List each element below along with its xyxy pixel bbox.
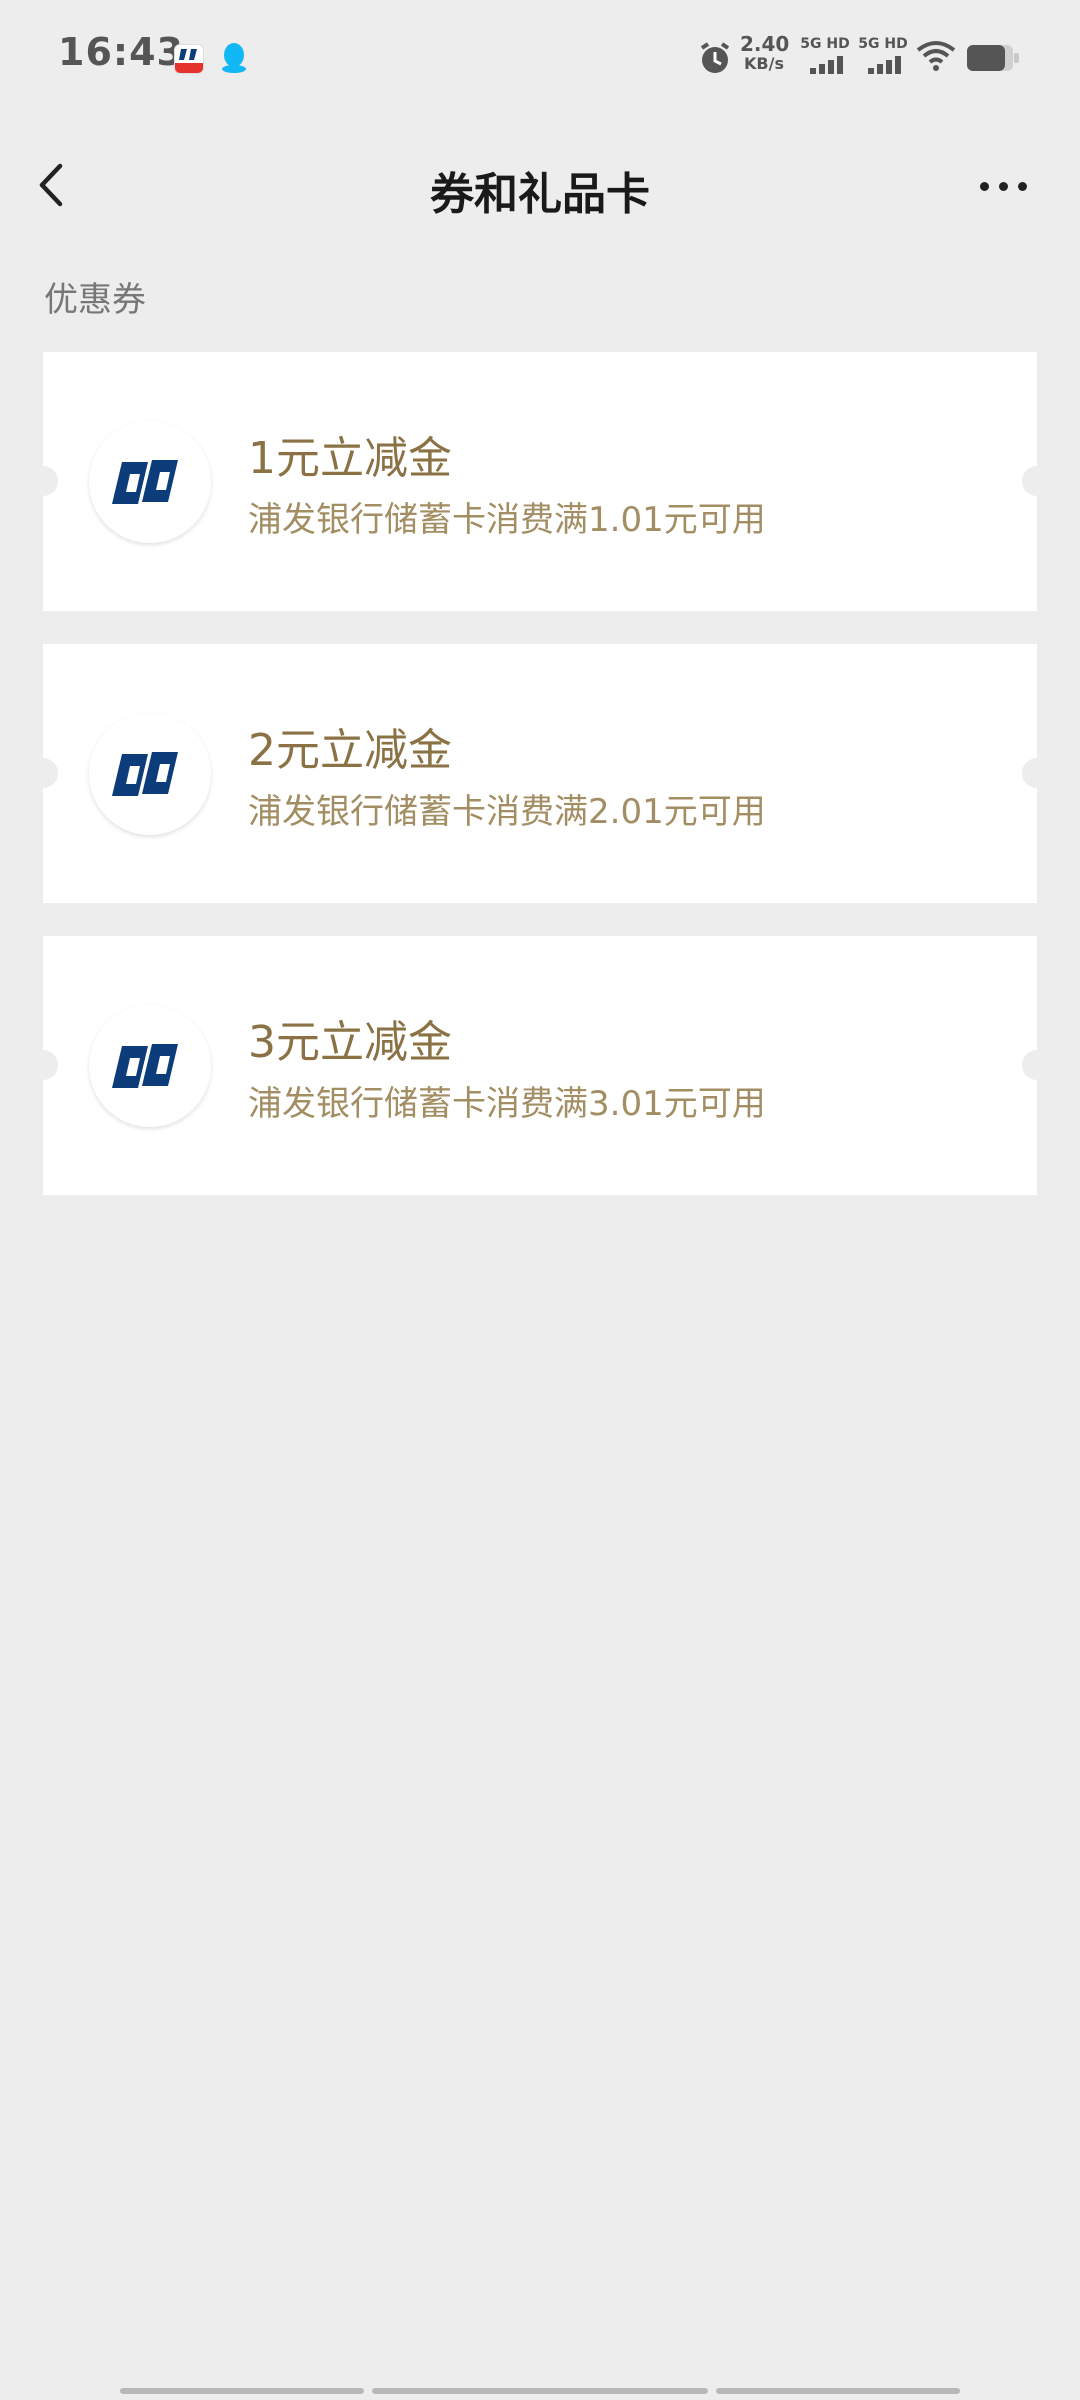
more-button[interactable] <box>978 160 1032 210</box>
network-speed-value: 2.40 <box>740 32 790 56</box>
qq-icon <box>220 42 248 74</box>
card-notch-left <box>28 466 58 496</box>
bank-app-icon <box>174 44 204 74</box>
battery-icon <box>966 44 1020 72</box>
page-title: 券和礼品卡 <box>430 169 650 220</box>
card-notch-left <box>28 758 58 788</box>
card-notch-right <box>1022 466 1052 496</box>
spdb-logo-icon <box>89 421 211 543</box>
card-notch-right <box>1022 758 1052 788</box>
spdb-logo-icon <box>89 713 211 835</box>
status-time: 16:43 <box>58 30 184 74</box>
bottom-indicator-bar <box>372 2388 708 2394</box>
coupon-description: 浦发银行储蓄卡消费满3.01元可用 <box>248 1084 766 1124</box>
signal-icon-sim1: 5G HD <box>798 36 852 76</box>
spdb-logo-icon <box>89 1005 211 1127</box>
section-title: 优惠券 <box>44 280 146 320</box>
status-bar: 16:43 2.40 KB/s 5G HD 5G HD <box>0 0 1080 110</box>
coupon-card[interactable]: 3元立减金 浦发银行储蓄卡消费满3.01元可用 <box>28 936 1052 1195</box>
coupon-card[interactable]: 1元立减金 浦发银行储蓄卡消费满1.01元可用 <box>28 352 1052 611</box>
wifi-icon <box>916 40 956 72</box>
coupon-title: 1元立减金 <box>248 433 452 484</box>
sim1-label: 5G HD <box>800 36 850 52</box>
coupon-description: 浦发银行储蓄卡消费满2.01元可用 <box>248 792 766 832</box>
network-speed: 2.40 KB/s <box>740 32 790 73</box>
coupon-description: 浦发银行储蓄卡消费满1.01元可用 <box>248 500 766 540</box>
bottom-indicator-bar <box>716 2388 960 2394</box>
network-speed-unit: KB/s <box>744 54 784 73</box>
coupon-title: 2元立减金 <box>248 725 452 776</box>
header: 券和礼品卡 <box>0 140 1080 230</box>
sim2-label: 5G HD <box>858 36 908 52</box>
card-notch-left <box>28 1050 58 1080</box>
bottom-indicator-bar <box>120 2388 364 2394</box>
card-notch-right <box>1022 1050 1052 1080</box>
coupon-card[interactable]: 2元立减金 浦发银行储蓄卡消费满2.01元可用 <box>28 644 1052 903</box>
coupon-title: 3元立减金 <box>248 1017 452 1068</box>
signal-icon-sim2: 5G HD <box>856 36 910 76</box>
alarm-icon <box>698 42 732 76</box>
